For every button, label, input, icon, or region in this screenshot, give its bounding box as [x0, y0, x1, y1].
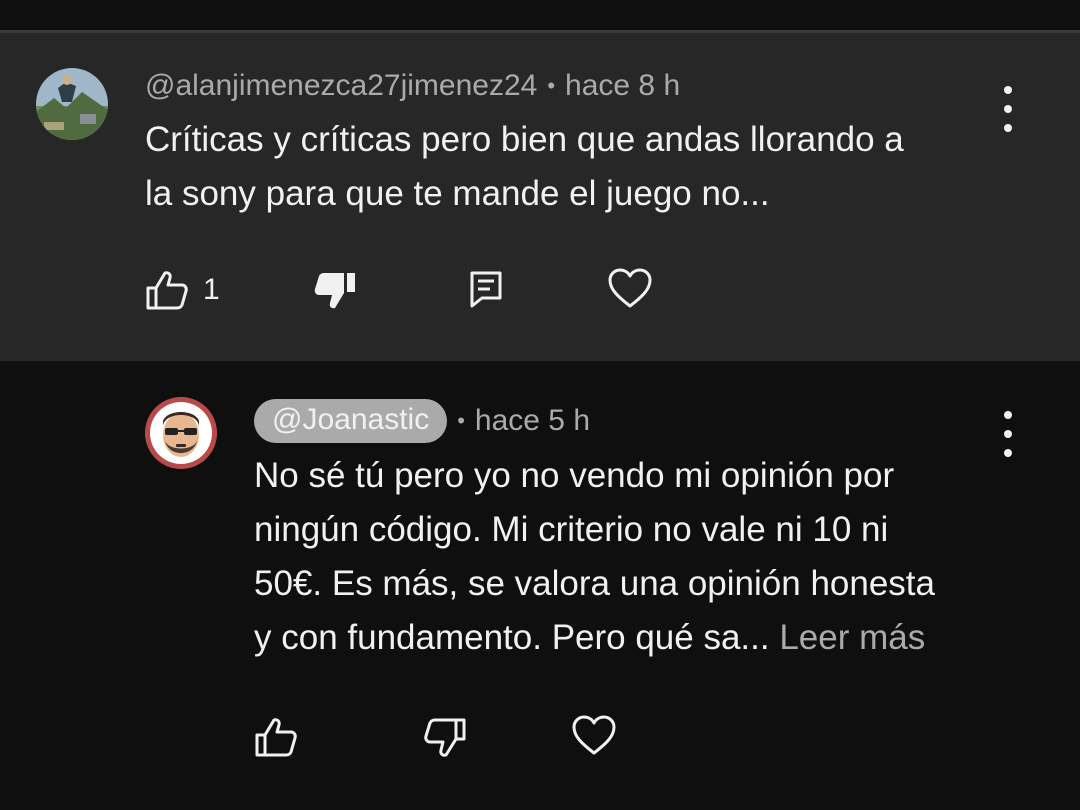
heart-button[interactable]: [607, 267, 653, 309]
comment-text-line: No sé tú pero yo no vendo mi opinión por: [254, 456, 895, 495]
comment-text: Críticas y críticas pero bien que andas …: [145, 113, 904, 221]
like-count: 1: [203, 273, 220, 306]
comment-text-line: la sony para que te mande el juego no...: [145, 174, 770, 213]
top-strip: [0, 0, 1080, 30]
dislike-button[interactable]: [423, 716, 467, 758]
comment-timestamp[interactable]: hace 8 h: [565, 69, 680, 103]
heart-icon: [608, 268, 652, 308]
avatar[interactable]: [36, 68, 108, 140]
thumb-up-icon: [146, 271, 188, 310]
comment-author-handle[interactable]: @alanjimenezca27jimenez24: [145, 69, 537, 103]
comment-highlighted: @alanjimenezca27jimenez24 • hace 8 h Crí…: [0, 33, 1080, 361]
meta-separator: •: [547, 73, 556, 98]
comment: @Joanastic • hace 5 h No sé tú pero yo n…: [0, 361, 1080, 810]
comment-text-line: ningún código. Mi criterio no vale ni 10…: [254, 510, 889, 549]
avatar-landscape-image: [36, 68, 108, 140]
more-vert-icon[interactable]: [996, 86, 1020, 132]
more-vert-icon[interactable]: [996, 411, 1020, 457]
like-button[interactable]: 1: [145, 269, 220, 311]
comment-author-handle: @Joanastic: [272, 403, 430, 436]
comment-text-line: y con fundamento. Pero qué sa...: [254, 618, 770, 657]
avatar-cartoon-face-image: [145, 397, 217, 469]
reply-icon: [470, 271, 502, 308]
comment-meta: @alanjimenezca27jimenez24 • hace 8 h: [145, 69, 680, 103]
avatar[interactable]: [145, 397, 217, 469]
comment-text-line: 50€. Es más, se valora una opinión hones…: [254, 564, 935, 603]
meta-separator: •: [457, 408, 465, 433]
thumb-down-filled-icon: [314, 273, 355, 309]
comment-timestamp[interactable]: hace 5 h: [475, 404, 590, 438]
comment-text-line: Críticas y críticas pero bien que andas …: [145, 120, 904, 159]
like-button[interactable]: [254, 716, 298, 758]
heart-button[interactable]: [571, 714, 617, 756]
comment-meta: @Joanastic • hace 5 h: [254, 399, 590, 443]
comment-text: No sé tú pero yo no vendo mi opinión por…: [254, 449, 935, 665]
heart-icon: [572, 715, 616, 755]
thumb-down-icon: [424, 718, 466, 757]
dislike-button[interactable]: [314, 269, 358, 311]
comment-text-line-last: y con fundamento. Pero qué sa... Leer má…: [254, 611, 935, 665]
thumb-up-icon: [255, 718, 297, 757]
reply-button[interactable]: [468, 270, 504, 308]
read-more-link[interactable]: Leer más: [779, 618, 925, 657]
creator-handle-badge[interactable]: @Joanastic: [254, 399, 448, 443]
